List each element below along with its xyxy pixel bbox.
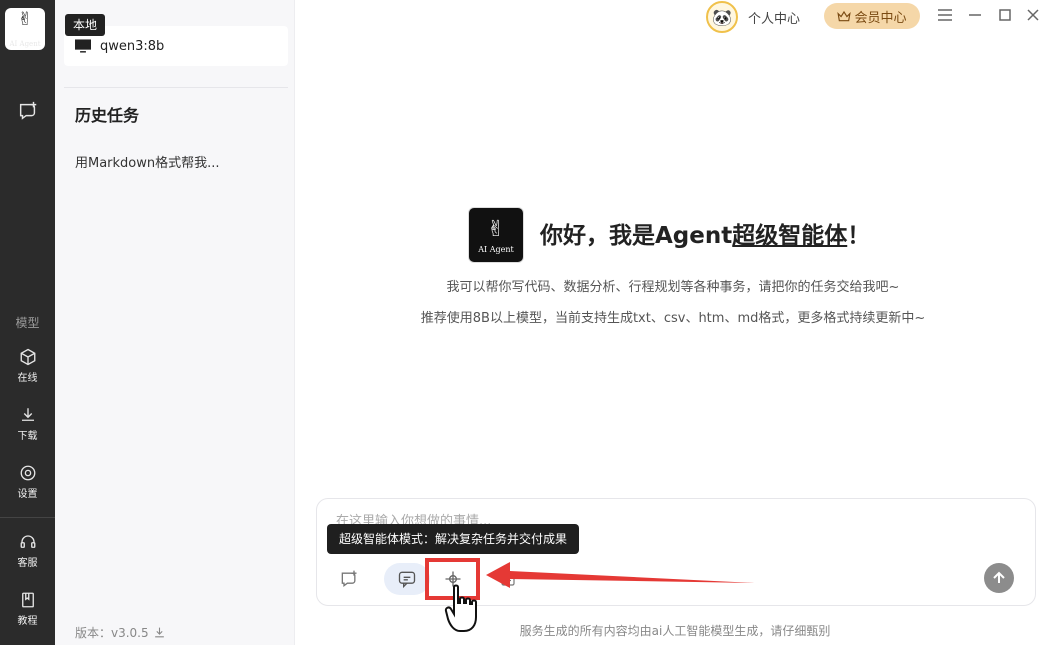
new-chat-button[interactable] [0, 100, 55, 122]
minimize-icon [969, 14, 981, 16]
vip-center-label: 会员中心 [854, 10, 907, 26]
personal-center-link[interactable]: 个人中心 [748, 8, 800, 27]
menu-icon [938, 9, 952, 21]
arrow-up-icon [993, 571, 1005, 583]
hand-logo-icon: ✌ [17, 9, 33, 30]
rail-divider [0, 517, 55, 518]
history-title: 历史任务 [75, 106, 140, 125]
hero-logo-caption: AI Agent [478, 244, 514, 254]
mode-tooltip: 超级智能体模式：解决复杂任务并交付成果 [327, 524, 580, 554]
file-mode-button[interactable] [492, 563, 524, 595]
welcome-title: 你好，我是Agent超级智能体！ [540, 216, 870, 250]
maximize-icon [999, 9, 1011, 21]
headset-icon [20, 535, 35, 548]
chat-plus-icon [341, 570, 357, 587]
chat-bubbles-icon [398, 571, 416, 589]
send-button[interactable] [984, 563, 1014, 593]
rail-item-support[interactable]: 客服 [0, 533, 55, 569]
download-icon [21, 408, 34, 421]
highlight-box [425, 558, 480, 600]
panda-icon: 🐼 [712, 7, 732, 27]
menu-button[interactable] [935, 5, 955, 25]
rail-item-label: 下载 [17, 431, 38, 442]
maximize-button[interactable] [995, 5, 1015, 25]
new-chat-icon [19, 101, 36, 120]
cube-icon [20, 348, 35, 366]
history-item[interactable]: 用Markdown格式帮我... [75, 152, 220, 171]
welcome-line-1: 我可以帮你写代码、数据分析、行程规划等各种事务，请把你的任务交给我吧~ [446, 280, 900, 295]
welcome-line-2: 推荐使用8B以上模型，当前支持生成txt、csv、htm、md格式，更多格式持续… [420, 311, 926, 326]
rail-item-online[interactable]: 在线 [0, 348, 55, 384]
title-emphasis: 超级智能体 [732, 223, 848, 249]
title-suffix: ！ [847, 223, 871, 249]
footer-disclaimer: 服务生成的所有内容均由ai人工智能模型生成，请仔细甄别 [519, 624, 831, 638]
sidebar-divider [64, 87, 288, 88]
document-icon [501, 572, 515, 586]
crown-icon [837, 10, 852, 22]
minimize-button[interactable] [965, 5, 985, 25]
avatar[interactable]: 🐼 [706, 1, 738, 33]
rail-item-label: 客服 [17, 558, 38, 569]
model-name: qwen3:8b [100, 38, 165, 54]
rail-item-settings[interactable]: 设置 [0, 464, 55, 500]
hero-logo: ✌ AI Agent [468, 207, 524, 263]
new-chat-mode-button[interactable] [333, 563, 365, 595]
hand-logo-icon: ✌ [486, 216, 506, 242]
local-badge: 本地 [65, 14, 106, 36]
title-prefix: 你好，我是Agent [540, 223, 733, 249]
logo-caption: AI Agent [9, 40, 41, 48]
book-icon [21, 592, 34, 608]
close-button[interactable] [1023, 5, 1043, 25]
rail-item-download[interactable]: 下载 [0, 406, 55, 442]
chat-mode-button[interactable] [384, 563, 430, 595]
monitor-icon [75, 39, 91, 53]
settings-icon [20, 465, 35, 481]
rail-item-label: 设置 [17, 489, 38, 500]
vip-center-button[interactable]: 会员中心 [824, 3, 920, 29]
close-icon [1027, 9, 1039, 21]
rail-item-label: 在线 [17, 373, 38, 384]
